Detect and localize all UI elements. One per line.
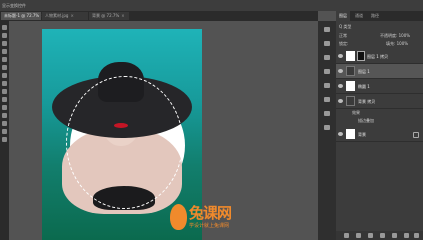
tab-document-2[interactable]: 人物素材.jpg × [42, 12, 88, 20]
layer-row[interactable]: 椭圆 1 [336, 79, 423, 94]
eye-icon[interactable] [338, 99, 343, 103]
close-icon[interactable]: × [70, 13, 73, 18]
eye-icon[interactable] [338, 84, 343, 88]
zoom-tool-icon[interactable] [2, 137, 7, 142]
effects-label: 效果 [352, 110, 360, 115]
options-bar: 显示变换控件 [0, 0, 423, 11]
brush-settings-icon[interactable] [324, 83, 330, 88]
tab-channels[interactable]: 通道 [352, 11, 366, 21]
document-tab-bar: 未标题-1 @ 72.7%× 人物素材.jpg× 背景 @ 72.7%× [0, 11, 318, 21]
add-mask-icon[interactable] [368, 233, 373, 238]
marquee-tool-icon[interactable] [2, 33, 7, 38]
swatches-icon[interactable] [324, 111, 330, 116]
history-icon[interactable] [324, 27, 330, 32]
tab-document-1[interactable]: 未标题-1 @ 72.7%× [1, 12, 45, 20]
layer-name: 图层 1 拷贝 [367, 54, 389, 59]
layer-name: 图层 1 [358, 69, 370, 74]
panel-tab-bar: 图层 通道 路径 [336, 11, 423, 21]
layer-mask-thumbnail[interactable] [357, 51, 365, 61]
layer-row[interactable]: 背景 [336, 127, 423, 142]
lasso-tool-icon[interactable] [2, 41, 7, 46]
shape-tool-icon[interactable] [2, 121, 7, 126]
close-icon[interactable]: × [121, 13, 124, 18]
layer-thumbnail [346, 66, 355, 76]
watermark-subtitle: 学设计就上兔课网 [189, 223, 230, 229]
eye-icon[interactable] [338, 54, 343, 58]
layer-thumbnail [346, 81, 355, 91]
styles-icon[interactable] [324, 69, 330, 74]
layer-thumbnail [346, 96, 355, 106]
new-layer-icon[interactable] [404, 233, 409, 238]
eyedropper-tool-icon[interactable] [2, 65, 7, 70]
layer-name: 背景 [358, 132, 366, 137]
properties-icon[interactable] [324, 41, 330, 46]
eraser-tool-icon[interactable] [2, 89, 7, 94]
stroke-overlay-label: 描边叠加 [358, 118, 374, 123]
quick-select-tool-icon[interactable] [2, 49, 7, 54]
hand-tool-icon[interactable] [2, 129, 7, 134]
crop-tool-icon[interactable] [2, 57, 7, 62]
tab-layers[interactable]: 图层 [336, 11, 350, 21]
brand-logo-icon [170, 204, 187, 230]
color-icon[interactable] [324, 97, 330, 102]
stroke-overlay-row[interactable]: 描边叠加 [336, 117, 423, 125]
pen-tool-icon[interactable] [2, 105, 7, 110]
lock-icon [413, 132, 419, 138]
layer-row[interactable]: 图层 1 拷贝 [336, 49, 423, 64]
type-tool-icon[interactable] [2, 113, 7, 118]
layer-row[interactable]: 背景 拷贝 [336, 94, 423, 109]
stamp-tool-icon[interactable] [2, 81, 7, 86]
panel-dock [318, 21, 336, 240]
brush-tool-icon[interactable] [2, 73, 7, 78]
elliptical-selection-marquee[interactable] [66, 76, 183, 209]
eye-icon[interactable] [338, 69, 343, 73]
show-transform-controls-checkbox[interactable]: 显示变换控件 [2, 0, 26, 11]
layer-row[interactable]: 图层 1 [336, 64, 423, 79]
layers-panel-footer [336, 231, 423, 240]
layer-thumbnail [346, 129, 355, 139]
tab-paths[interactable]: 路径 [368, 11, 382, 21]
tools-panel [0, 21, 9, 240]
lock-label: 锁定: [339, 41, 349, 46]
libraries-icon[interactable] [324, 125, 330, 130]
watermark-brand: 兔课网 [189, 204, 232, 222]
adjustments-icon[interactable] [324, 55, 330, 60]
effects-row[interactable]: 效果 [336, 109, 423, 117]
tab-document-3[interactable]: 背景 @ 72.7% × [89, 12, 129, 20]
group-icon[interactable] [392, 233, 397, 238]
gradient-tool-icon[interactable] [2, 97, 7, 102]
layer-name: 椭圆 1 [358, 84, 370, 89]
layer-name: 背景 拷贝 [358, 99, 376, 104]
adjustment-layer-icon[interactable] [380, 233, 385, 238]
opacity-field[interactable]: 不透明度: 100% [380, 32, 410, 39]
trash-icon[interactable] [414, 233, 419, 238]
link-layers-icon[interactable] [344, 233, 349, 238]
fx-icon[interactable] [356, 233, 361, 238]
blend-mode-select[interactable]: 正常 [339, 32, 347, 39]
eye-icon[interactable] [338, 132, 343, 136]
fill-field[interactable]: 填充: 100% [386, 40, 408, 47]
move-tool-icon[interactable] [2, 25, 7, 30]
layer-thumbnail [346, 51, 355, 61]
layer-kind-filter[interactable]: Q 类型 [339, 23, 351, 30]
layers-panel: 图层 通道 路径 Q 类型 正常 不透明度: 100% 锁定: 填充: 100%… [336, 11, 423, 240]
